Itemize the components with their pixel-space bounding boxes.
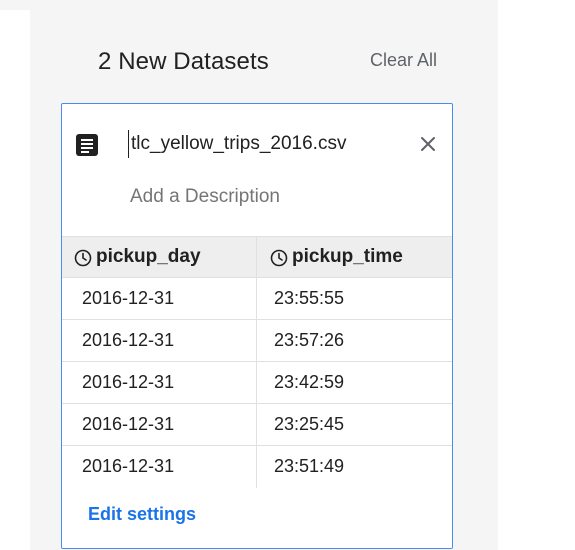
table-cell: 2016-12-31 <box>82 456 175 476</box>
clock-icon <box>74 249 92 267</box>
clock-icon <box>270 249 288 267</box>
table-cell: 2016-12-31 <box>82 288 175 308</box>
panel-header: 2 New Datasets Clear All <box>30 10 498 102</box>
clear-all-button[interactable]: Clear All <box>370 50 437 71</box>
table-cell: 23:25:45 <box>274 414 345 434</box>
close-icon[interactable] <box>416 132 440 156</box>
table-cell: 2016-12-31 <box>82 372 175 392</box>
card-footer: Edit settings <box>62 488 452 548</box>
table-cell: 23:51:49 <box>274 456 345 476</box>
table-cell: 23:55:55 <box>274 288 345 308</box>
top-divider-strip <box>0 0 498 10</box>
table-row: 2016-12-31 23:51:49 <box>62 446 452 488</box>
table-cell: 2016-12-31 <box>82 330 175 350</box>
new-datasets-panel: 2 New Datasets Clear All Add a Descripti… <box>30 10 498 550</box>
column-header-pickup-time: pickup_time <box>292 246 403 267</box>
document-icon <box>76 134 98 156</box>
table-row: 2016-12-31 23:25:45 <box>62 404 452 446</box>
column-header-pickup-day: pickup_day <box>96 246 201 267</box>
table-row: 2016-12-31 23:57:26 <box>62 320 452 362</box>
table-row: 2016-12-31 23:55:55 <box>62 278 452 320</box>
file-row <box>62 104 452 184</box>
table-cell: 23:57:26 <box>274 330 345 350</box>
file-name-input[interactable] <box>128 130 391 158</box>
column-divider <box>256 236 257 488</box>
edit-settings-link[interactable]: Edit settings <box>88 504 196 525</box>
description-input[interactable]: Add a Description <box>130 186 280 208</box>
table-cell: 2016-12-31 <box>82 414 175 434</box>
table-row: 2016-12-31 23:42:59 <box>62 362 452 404</box>
table-header: pickup_day pickup_time <box>62 236 452 278</box>
dataset-card: Add a Description pickup_day pickup_time… <box>61 103 453 549</box>
table-cell: 23:42:59 <box>274 372 345 392</box>
panel-title: 2 New Datasets <box>98 48 269 75</box>
